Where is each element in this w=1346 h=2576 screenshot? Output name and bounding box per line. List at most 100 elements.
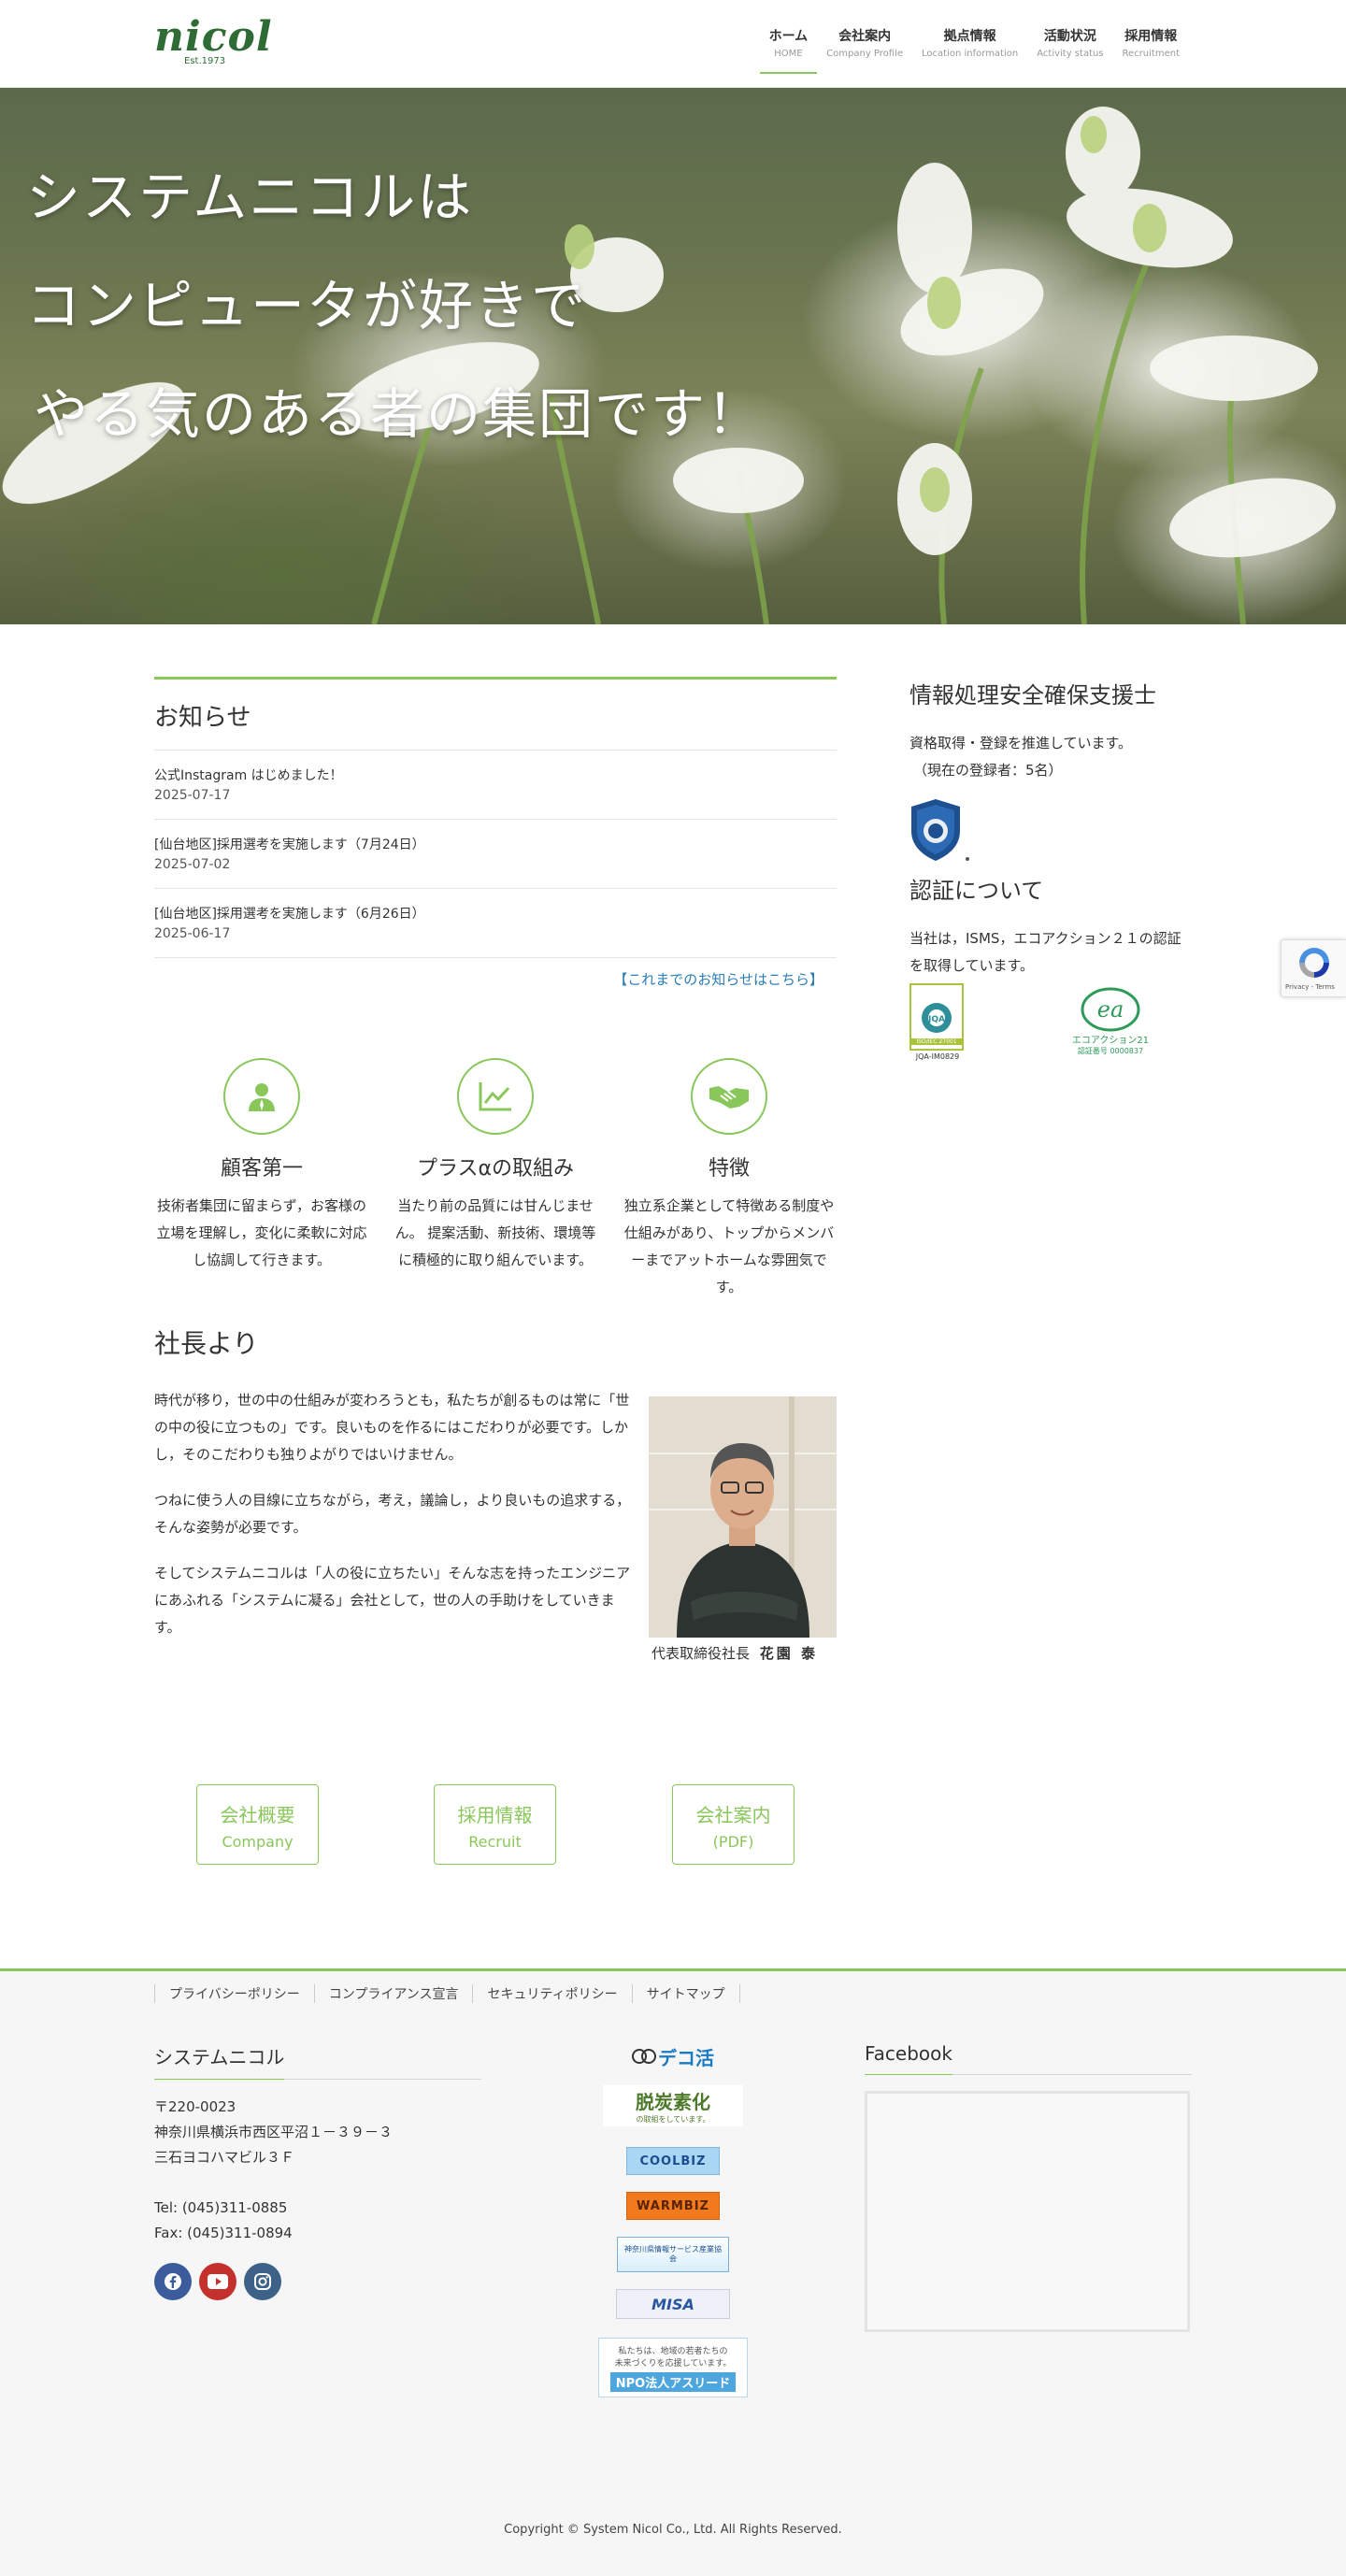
company-button-label: 会社概要 — [220, 1804, 295, 1826]
chart-icon — [479, 1082, 511, 1111]
npo-athlead-banner[interactable]: 私たちは、地域の若者たちの 未来づくりを応援しています。 NPO法人アスリード — [598, 2338, 748, 2397]
news-item-title[interactable]: [仙台地区]採用選考を実施します（6月26日） — [154, 904, 837, 923]
coolbiz-label: COOLBIZ — [639, 2154, 707, 2168]
footer-company-name: システムニコル — [154, 2042, 285, 2080]
security-policy-link[interactable]: セキュリティポリシー — [472, 1984, 631, 2003]
person-icon — [249, 1083, 275, 1111]
main-content: お知らせ 公式Instagram はじめました！ 2025-07-17 [仙台地… — [154, 677, 837, 1662]
recruit-button[interactable]: 採用情報 Recruit — [434, 1784, 556, 1865]
news-item[interactable]: [仙台地区]採用選考を実施します（7月24日） 2025-07-02 — [154, 820, 837, 889]
feature-description: 技術者集団に留まらず，お客様の立場を理解し，変化に柔軟に対応し協調して行きます。 — [156, 1197, 367, 1268]
nav-locations[interactable]: 拠点情報 Location information — [912, 21, 1027, 72]
isms-number: JQA-IM0829 — [915, 1052, 960, 1061]
brochure-pdf-button[interactable]: 会社案内 (PDF) — [672, 1784, 795, 1865]
sitemap-link[interactable]: サイトマップ — [631, 1984, 740, 2003]
deco-katsu-banner[interactable]: デコ活 — [622, 2042, 724, 2070]
facebook-link[interactable] — [154, 2263, 192, 2300]
nav-locations-label: 拠点情報 — [943, 29, 996, 44]
nav-locations-sublabel: Location information — [922, 49, 1019, 59]
warmbiz-label: WARMBIZ — [637, 2198, 709, 2213]
fax-number: Fax: (045)311-0894 — [154, 2225, 293, 2241]
feature-title: 顧客第一 — [220, 1157, 303, 1181]
eco-action-mark: ea — [1081, 987, 1140, 1032]
youtube-link[interactable] — [199, 2263, 236, 2300]
npo-text: 私たちは、地域の若者たちの — [618, 2346, 728, 2356]
hero-line-1: システムニコルは — [26, 165, 474, 229]
feature-customer-first: 顧客第一 技術者集団に留まらず，お客様の立場を理解し，変化に柔軟に対応し協調して… — [154, 1058, 369, 1274]
postal-code: 〒220-0023 — [154, 2098, 236, 2115]
privacy-policy-link[interactable]: プライバシーポリシー — [154, 1984, 314, 2003]
eco-action-number: 認証番号 0000837 — [1077, 1047, 1144, 1055]
ceo-paragraph: 時代が移り，世の中の仕組みが変わろうとも，私たちが創るものは常に「世の中の役に立… — [154, 1392, 630, 1463]
sidebar-text: 資格取得・登録を推進しています。 — [909, 735, 1133, 751]
ceo-message-text: 時代が移り，世の中の仕組みが変わろうとも，私たちが創るものは常に「世の中の役に立… — [154, 1387, 636, 1660]
nav-company-profile[interactable]: 会社案内 Company Profile — [817, 21, 912, 72]
logo-established: Est.1973 — [184, 56, 226, 66]
kanagawa-association-banner[interactable]: 神奈川県情報サービス産業協会 — [617, 2237, 729, 2272]
isms-standard: ISO/IEC 27001 — [911, 1038, 962, 1045]
site-header: nicol Est.1973 ホーム HOME 会社案内 Company Pro… — [0, 0, 1346, 88]
copyright: Copyright © System Nicol Co., Ltd. All R… — [504, 2523, 842, 2537]
phone-number[interactable]: Tel: (045)311-0885 — [154, 2196, 481, 2221]
recaptcha-links[interactable]: Privacy - Terms — [1285, 983, 1335, 991]
misa-label: MISA — [652, 2295, 694, 2313]
recaptcha-badge[interactable]: Privacy - Terms — [1281, 939, 1346, 997]
nav-company-sublabel: Company Profile — [826, 49, 904, 59]
nav-home-sublabel: HOME — [774, 49, 803, 59]
news-item-title[interactable]: [仙台地区]採用選考を実施します（7月24日） — [154, 835, 837, 853]
decarbonization-sublabel: の取組をしています。 — [636, 2115, 710, 2124]
news-item[interactable]: [仙台地区]採用選考を実施します（6月26日） 2025-06-17 — [154, 889, 837, 958]
recruit-button-label: 採用情報 — [457, 1804, 533, 1826]
recruit-button-sublabel: Recruit — [468, 1833, 522, 1851]
instagram-icon — [254, 2273, 271, 2290]
sidebar: 情報処理安全確保支援士 資格取得・登録を推進しています。 （現在の登録者：5名）… — [909, 677, 1190, 1073]
facebook-heading: Facebook — [865, 2042, 1192, 2075]
news-more-link[interactable]: 【これまでのお知らせはこちら】 — [154, 958, 837, 989]
nav-activity[interactable]: 活動状況 Activity status — [1027, 21, 1112, 72]
svg-text:ea: ea — [1097, 996, 1124, 1023]
news-item-title[interactable]: 公式Instagram はじめました！ — [154, 766, 837, 784]
footer-address: 〒220-0023 神奈川県横浜市西区平沼１－３９－３ 三石ヨコハマビル３Ｆ T… — [154, 2095, 481, 2246]
kanagawa-association-label: 神奈川県情報サービス産業協会 — [624, 2245, 722, 2263]
eco-action-label: エコアクション21 — [1071, 1036, 1150, 1046]
warmbiz-banner[interactable]: WARMBIZ — [626, 2192, 720, 2220]
feature-icon-circle — [457, 1058, 534, 1135]
youtube-icon — [208, 2274, 228, 2289]
facebook-icon — [165, 2273, 181, 2290]
nav-home[interactable]: ホーム HOME — [759, 21, 818, 74]
sidebar-heading-certification: 認証について — [909, 878, 1044, 904]
company-button[interactable]: 会社概要 Company — [196, 1784, 319, 1865]
company-button-sublabel: Company — [222, 1833, 294, 1851]
site-logo[interactable]: nicol Est.1973 — [154, 15, 272, 67]
brochure-button-label: 会社案内 — [695, 1804, 771, 1826]
feature-description: 独立系企業として特徴ある制度や仕組みがあり、トップからメンバーまでアットホームな… — [623, 1197, 835, 1295]
feature-title: プラスαの取組み — [416, 1157, 575, 1181]
instagram-link[interactable] — [244, 2263, 281, 2300]
recaptcha-icon — [1299, 948, 1329, 978]
ceo-signature: 花園 泰 — [759, 1645, 819, 1662]
facebook-embed[interactable] — [865, 2091, 1190, 2332]
nav-recruitment[interactable]: 採用情報 Recruitment — [1113, 21, 1189, 72]
news-item[interactable]: 公式Instagram はじめました！ 2025-07-17 — [154, 751, 837, 820]
npo-text: 未来づくりを応援しています。 — [614, 2358, 732, 2368]
address-line: 三石ヨコハマビル３Ｆ — [154, 2149, 295, 2166]
news-item-date: 2025-07-17 — [154, 788, 231, 803]
social-links — [154, 2263, 481, 2300]
coolbiz-banner[interactable]: COOLBIZ — [626, 2147, 720, 2175]
news-item-date: 2025-07-02 — [154, 857, 231, 872]
svg-text:JQA: JQA — [927, 1015, 945, 1024]
handshake-icon — [709, 1086, 749, 1109]
compliance-link[interactable]: コンプライアンス宣言 — [313, 1984, 473, 2003]
deco-katsu-icon — [632, 2049, 656, 2064]
feature-characteristics: 特徴 独立系企業として特徴ある制度や仕組みがあり、トップからメンバーまでアットホ… — [622, 1058, 837, 1301]
nav-recruitment-sublabel: Recruitment — [1122, 49, 1180, 59]
nav-home-label: ホーム — [768, 29, 809, 44]
main-nav: ホーム HOME 会社案内 Company Profile 拠点情報 Locat… — [759, 21, 1189, 74]
feature-title: 特徴 — [708, 1157, 750, 1181]
isms-seal-icon: JQA — [922, 1003, 952, 1033]
eco-action-logo: ea エコアクション21 認証番号 0000837 — [1068, 987, 1153, 1062]
footer-banners: デコ活 脱炭素化 の取組をしています。 COOLBIZ WARMBIZ 神奈川県… — [580, 2042, 766, 2510]
feature-icon-circle — [223, 1058, 300, 1135]
misa-banner[interactable]: MISA — [616, 2289, 730, 2319]
decarbonization-banner[interactable]: 脱炭素化 の取組をしています。 — [603, 2085, 743, 2126]
